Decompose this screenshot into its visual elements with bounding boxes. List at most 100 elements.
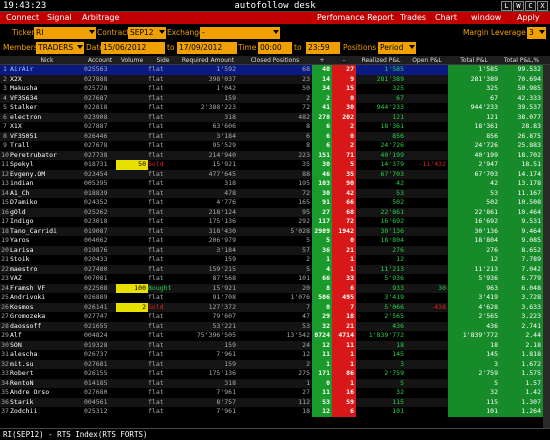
menu-performance-report[interactable]: Perfomance Report	[317, 12, 394, 24]
close-button[interactable]: X	[537, 1, 548, 11]
menu-connect[interactable]: Connect	[6, 12, 39, 24]
time-from-field[interactable]: 00:00	[258, 42, 292, 54]
table-row[interactable]: 22 maestro 027480 flat 159'215 5 4 1 11'213 11'21…	[0, 264, 550, 274]
menu-chart[interactable]: Chart	[435, 12, 457, 24]
menu-apply[interactable]: Apply	[517, 12, 540, 24]
table-row[interactable]: 35 Andre Orso 027680 flat 7'961 27 11 16 32 32 1.4…	[0, 388, 550, 398]
lock-button[interactable]: W	[513, 1, 524, 11]
cell-open-pnl	[406, 170, 448, 180]
table-row[interactable]: 16 gOld 025262 flat 218'124 95 27 68 22'861 22'86…	[0, 207, 550, 217]
column-header-account[interactable]: Account	[84, 56, 116, 65]
table-row[interactable]: 29 Alf 004824 flat 75'396'505 13'542 8724 4714 1…	[0, 331, 550, 341]
column-header-open-pnl[interactable]: Open P&L	[406, 56, 448, 65]
table-row[interactable]: 10 Peretrubator 027738 flat 214'940 223 151 71 4…	[0, 150, 550, 160]
cell-side: Bought	[148, 283, 172, 292]
table-row[interactable]: 27 Gromozeka 027747 flat 79'607 47 29 18 2'565 2'…	[0, 312, 550, 322]
table-row[interactable]: 32 mit.su 027681 flat 159 2 1 1 3 3 1.672	[0, 359, 550, 369]
table-row[interactable]: 36 Starik 004561 flat 8'757 112 53 59 115 115 1.30…	[0, 397, 550, 407]
cell-open-pnl	[406, 217, 448, 227]
link-button[interactable]: L	[501, 1, 512, 11]
date-from-field[interactable]: 15/06/2012	[101, 42, 165, 54]
cell-required-amount: 206'979	[208, 236, 236, 244]
table-row[interactable]: 13 indian 005395 flat 318 195 103 90 42 42 13.178	[0, 179, 550, 189]
vertical-scrollbar[interactable]	[543, 65, 550, 428]
table-row[interactable]: 37 Zodchii 025312 flat 7'961 18 12 6 101 101 1.264	[0, 407, 550, 417]
cell-volume	[116, 141, 148, 151]
column-header-volume[interactable]: Volume	[116, 56, 148, 65]
cell-realized-pnl: 67'703	[380, 169, 404, 178]
column-header-closed-positions[interactable]: Closed Positions	[238, 56, 312, 65]
column-header-realized-pnl[interactable]: Realized P&L	[356, 56, 406, 65]
table-row[interactable]: 18 Tano_Carridi 019087 flat 318'430 5'028 2989…	[0, 226, 550, 236]
table-row[interactable]: 3 Makusha 025728 flat 1'042 50 34 15 325 325 50.98…	[0, 84, 550, 94]
table-row[interactable]: 30 SON 019328 flat 159 24 12 11 18 18 2.18	[0, 340, 550, 350]
cell-realized-pnl: 3	[400, 359, 404, 368]
cell-rank: 3	[3, 84, 7, 92]
menu-signal[interactable]: Signal	[47, 12, 72, 24]
cell-total-pnl-pct: 7.789	[500, 255, 543, 265]
table-row[interactable]: 20 Larisa 019876 flat 3'184 57 36 21 276 276 8.652	[0, 245, 550, 255]
column-header-total-pnl[interactable]: Total P&L	[448, 56, 500, 65]
cell-total-pnl: 1'585	[448, 65, 500, 75]
column-header-required-amount[interactable]: Required Amount	[178, 56, 238, 65]
column-header-side[interactable]: Side	[148, 56, 178, 65]
cell-total-pnl-pct: 10.508	[500, 198, 543, 208]
table-row[interactable]: 23 VAZ 007081 flat 87'568 101 66 33 5'936 5'936 6.…	[0, 274, 550, 284]
cell-minus-count: 5	[332, 160, 356, 170]
table-row[interactable]: 26 Kosmos 026141 2 Sold 127'372 7 0 7 5'066 -438 4'…	[0, 302, 550, 312]
table-row[interactable]: 7 X1X 027887 flat 63'606 8 6 2 18'361 18'361 28.83	[0, 122, 550, 132]
table-row[interactable]: 15 D7amiko 024352 flat 4'776 165 91 66 502 502 10.…	[0, 198, 550, 208]
table-row[interactable]: 5 Stalker 022818 flat 2'388'223 72 41 30 944'233…	[0, 103, 550, 113]
cell-realized-pnl: 18	[396, 340, 404, 349]
cell-minus-count: 1	[332, 378, 356, 388]
table-row[interactable]: 2 X2X 027888 flat 398'037 23 14 9 281'389 281'389…	[0, 74, 550, 84]
menu-trades[interactable]: Trades	[400, 12, 426, 24]
cell-realized-pnl: 101	[392, 407, 404, 415]
cell-realized-pnl: 502	[392, 198, 404, 206]
table-row[interactable]: 1 AirAir 025563 flat 1'592 68 40 27 1'585 1'585 99…	[0, 65, 550, 75]
cell-minus-count: 1	[332, 350, 356, 360]
cell-volume	[116, 84, 148, 94]
column-header-total-pnl-pct[interactable]: Total P&L,%	[500, 56, 543, 65]
table-row[interactable]: 4 VF35634 027687 flat 159 2 2 0 67 67 42.333	[0, 93, 550, 103]
table-row[interactable]: 34 RentoN 014185 flat 318 1 0 1 5 5 1.57	[0, 378, 550, 388]
cell-plus-count: 40	[312, 65, 332, 75]
table-row[interactable]: 33 Robert 026155 flat 175'136 275 171 86 2'759 2'…	[0, 369, 550, 379]
table-row[interactable]: 11 Spekyl 018731 50 Sold 15'921 35 30 5 14'379 -11…	[0, 160, 550, 170]
menu-window[interactable]: window	[471, 12, 501, 24]
table-row[interactable]: 24 Framsh VF 022508 100 Bought 15'921 20 8 6 933 3…	[0, 283, 550, 293]
table-row[interactable]: 19 Yaros 004062 flat 206'979 5 5 0 18'804 18'804 9…	[0, 236, 550, 246]
table-row[interactable]: 9 Trall 027678 flat 95'529 8 6 2 24'726 24'726 25.…	[0, 141, 550, 151]
ticker-select[interactable]: RI	[34, 27, 96, 39]
cell-total-pnl-pct: 26.875	[500, 131, 543, 141]
margin-leverage-select[interactable]: 3	[527, 27, 546, 39]
table-row[interactable]: 12 Evgeny.OM 023454 flat 477'645 88 46 35 67'703…	[0, 169, 550, 180]
column-header-rank[interactable]	[0, 56, 10, 65]
column-header-plus-count[interactable]: +	[312, 56, 332, 65]
column-header-nick[interactable]: Nick	[10, 56, 84, 65]
cell-open-pnl	[406, 293, 448, 303]
cell-rank: 25	[1, 293, 9, 301]
cell-side: flat	[148, 255, 164, 263]
table-row[interactable]: 8 VF35051 026446 flat 3'184 6 6 0 856 856 26.875	[0, 131, 550, 141]
table-row[interactable]: 6 electron 023908 flat 318 482 278 202 121 121 38.…	[0, 112, 550, 122]
positions-select[interactable]: Period	[378, 42, 416, 54]
cell-required-amount: 159'215	[208, 264, 236, 273]
table-row[interactable]: 28 daossoff 021655 flat 53'221 53 32 21 436 436 2.…	[0, 321, 550, 331]
cell-realized-pnl: 18'361	[380, 122, 404, 130]
cell-total-pnl-pct: 9.531	[500, 217, 543, 227]
table-row[interactable]: 21 Stoik 020433 flat 159 2 1 1 12 12 7.789	[0, 255, 550, 265]
menu-arbitrage[interactable]: Arbitrage	[82, 12, 119, 24]
table-row[interactable]: 17 Indigo 023018 flat 175'136 292 117 72 16'692 1…	[0, 217, 550, 227]
members-select[interactable]: TRADERS	[36, 42, 84, 54]
exchange-select[interactable]: -	[200, 27, 280, 39]
table-row[interactable]: 25 Andrivoki 026889 flat 91'708 1'076 506 495 3'…	[0, 293, 550, 303]
column-header-minus-count[interactable]: -	[332, 56, 356, 65]
date-to-field[interactable]: 17/09/2012	[177, 42, 237, 54]
contract-select[interactable]: SEP12	[128, 27, 166, 39]
table-row[interactable]: 31 alescha 026737 flat 7'961 12 11 1 145 145 1.818	[0, 350, 550, 360]
time-to-field[interactable]: 23:59	[306, 42, 340, 54]
cell-side: flat	[148, 65, 164, 73]
color-button[interactable]: C	[525, 1, 536, 11]
table-row[interactable]: 14 A1_Ch 018839 flat 478 72 30 42 53 53 11.167	[0, 188, 550, 198]
